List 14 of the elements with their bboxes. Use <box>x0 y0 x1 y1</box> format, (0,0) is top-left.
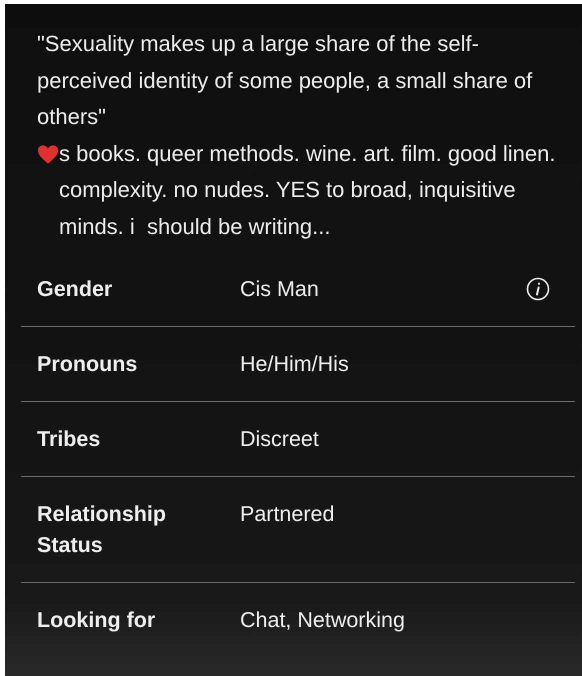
bio-quote: "Sexuality makes up a large share of the self-perceived identity of some people, a small share of others" <box>37 31 534 129</box>
heart-icon <box>37 144 59 164</box>
detail-value: Partnered <box>240 501 336 528</box>
detail-label: Looking for <box>37 607 156 634</box>
detail-label: Relationship Status <box>37 501 168 559</box>
detail-value: Discreet <box>240 426 320 453</box>
detail-value: Cis Man <box>240 276 320 303</box>
bio-text: s books. queer methods. wine. art. film. good linen. complexity. no nudes. YES to broad, inquisitive minds. i should be writing... <box>59 140 556 241</box>
detail-value: He/Him/His <box>240 351 350 378</box>
info-icon[interactable] <box>526 277 550 301</box>
detail-label: Gender <box>37 276 114 303</box>
detail-label: Pronouns <box>37 351 138 378</box>
detail-label: Tribes <box>37 426 102 453</box>
detail-value: Chat, Networking <box>240 607 406 634</box>
